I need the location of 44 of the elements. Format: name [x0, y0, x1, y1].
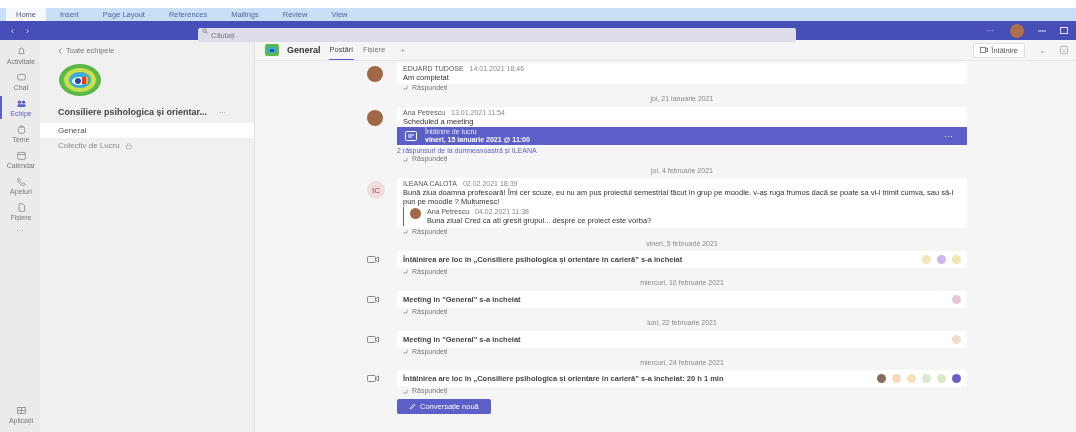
video-camera-icon	[367, 255, 379, 264]
forward-button[interactable]: ›	[23, 25, 32, 36]
bell-icon	[15, 46, 27, 57]
video-camera-icon	[367, 374, 379, 384]
maximize-icon[interactable]	[1060, 27, 1068, 34]
channel-item[interactable]: General	[40, 123, 254, 138]
avatar-photo	[367, 66, 383, 82]
compose-icon	[409, 402, 416, 410]
calendar-icon	[405, 130, 417, 141]
reply-icon	[403, 310, 409, 314]
video-camera-icon	[980, 47, 989, 53]
reply-icon	[403, 157, 409, 162]
lock-icon	[125, 142, 132, 149]
reply-icon	[403, 230, 409, 235]
calendar-icon	[15, 150, 27, 161]
info-icon[interactable]	[1060, 46, 1068, 54]
add-tab-button[interactable]: +	[394, 44, 412, 56]
user-avatar: IC	[367, 181, 385, 200]
team-logo-icon	[265, 44, 279, 56]
chat-icon	[15, 72, 27, 83]
chevron-left-icon	[58, 47, 62, 54]
more-button[interactable]: ···	[984, 26, 996, 35]
reply-icon	[403, 389, 409, 394]
backpack-icon	[15, 124, 27, 135]
apps-icon	[15, 405, 27, 416]
people-icon	[15, 98, 27, 109]
phone-icon	[15, 176, 27, 187]
file-icon	[15, 202, 27, 213]
reply-icon	[403, 86, 409, 91]
minimize-icon[interactable]	[1038, 27, 1046, 34]
channel-item[interactable]: Colectiv de Lucru	[40, 138, 254, 153]
avatar-photo	[410, 208, 421, 220]
reply-icon	[403, 349, 409, 354]
back-button[interactable]: ‹	[8, 25, 17, 36]
more-button[interactable]: ···	[938, 129, 959, 142]
avatar-photo	[367, 109, 383, 126]
team-logo-icon	[58, 63, 102, 97]
video-camera-icon	[367, 334, 379, 344]
meet-options-button[interactable]: ⌄	[1033, 44, 1052, 56]
video-camera-icon	[367, 294, 379, 304]
reply-icon	[403, 270, 409, 275]
channel-title: General	[287, 45, 321, 55]
profile-photo[interactable]	[1010, 23, 1024, 38]
team-name: Consiliere psihologica și orientar...	[58, 107, 208, 117]
